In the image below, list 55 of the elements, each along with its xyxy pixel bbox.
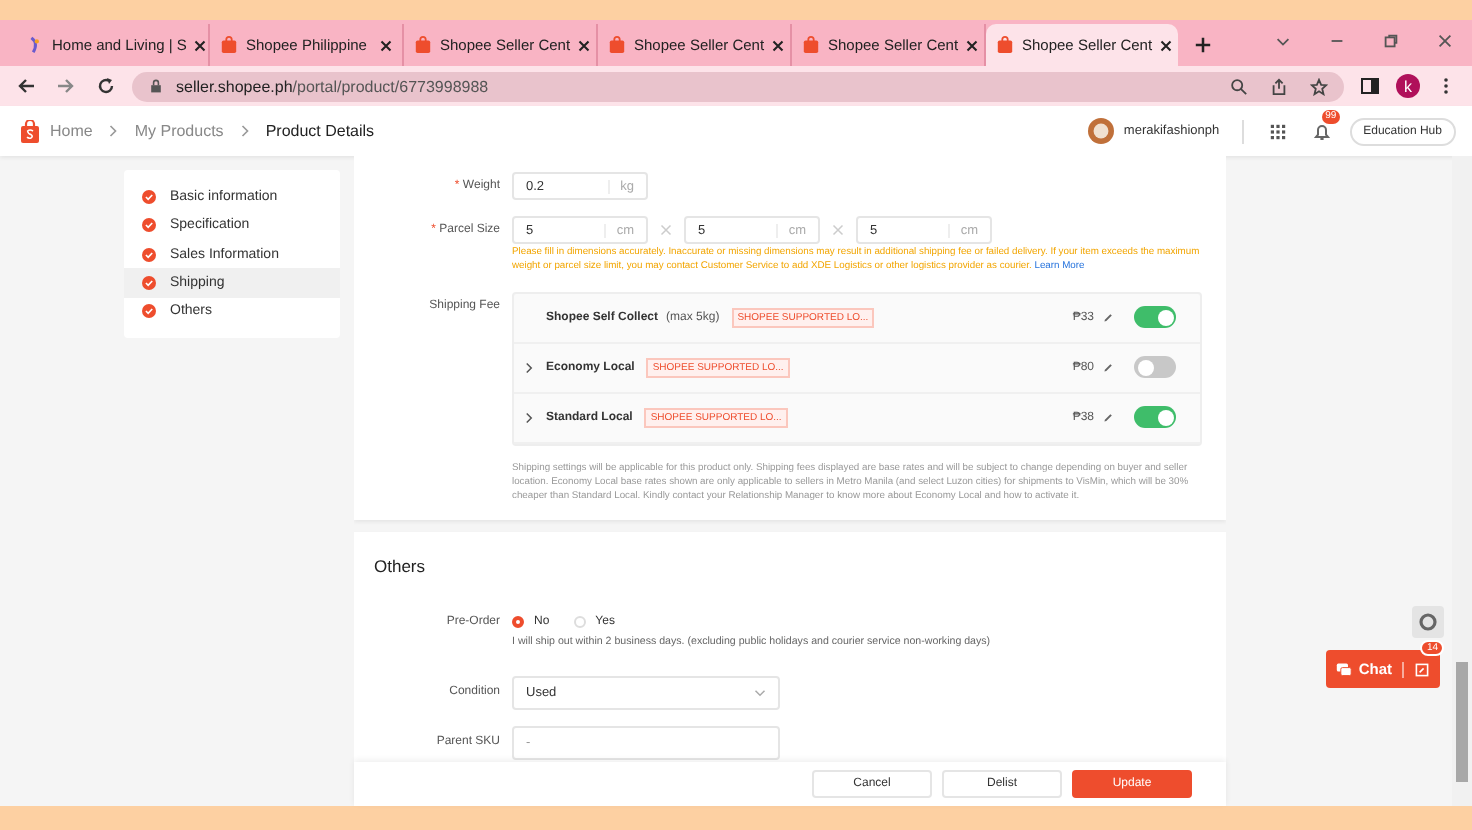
pencil-icon[interactable] — [1102, 361, 1114, 374]
toggle-switch[interactable] — [1134, 406, 1176, 429]
user-avatar[interactable] — [1087, 118, 1114, 144]
site-icon — [26, 36, 44, 54]
close-icon[interactable] — [194, 39, 207, 51]
lock-icon — [148, 78, 164, 94]
breadcrumb-link[interactable]: Product Details — [265, 122, 375, 140]
chat-bubble-icon — [1336, 661, 1353, 677]
shopping-bag-icon — [802, 36, 820, 54]
chevron-right-icon — [239, 124, 250, 138]
new-tab-icon[interactable] — [1194, 36, 1212, 54]
check-circle-icon — [142, 218, 156, 233]
star-icon[interactable] — [1310, 77, 1328, 95]
side-panel-icon[interactable] — [1360, 76, 1380, 96]
shopping-bag-icon — [414, 36, 432, 54]
pencil-icon[interactable] — [1102, 411, 1114, 424]
shopping-bag-icon — [996, 36, 1014, 54]
breadcrumb-link[interactable]: My Products — [134, 122, 224, 140]
chevron-down-icon — [754, 687, 766, 698]
chevron-right-icon[interactable] — [524, 361, 534, 374]
close-icon[interactable] — [1160, 39, 1173, 51]
scrollbar-thumb[interactable] — [1456, 662, 1468, 782]
times-icon — [832, 224, 844, 236]
chevron-right-icon[interactable] — [524, 411, 534, 424]
section-title: Others — [374, 555, 428, 576]
restore-icon[interactable] — [1382, 32, 1400, 50]
shopee-logo-icon[interactable] — [20, 119, 40, 143]
check-circle-icon — [142, 275, 156, 290]
zoom-icon[interactable] — [1230, 77, 1248, 95]
chevron-right-icon — [108, 124, 119, 138]
close-icon[interactable] — [578, 39, 591, 51]
share-icon[interactable] — [1270, 77, 1288, 95]
breadcrumb-link[interactable]: Home — [50, 122, 93, 140]
reload-icon[interactable] — [96, 76, 116, 96]
toggle-switch[interactable] — [1134, 356, 1176, 379]
shopping-bag-icon — [220, 36, 238, 54]
close-icon[interactable] — [966, 39, 979, 51]
close-icon[interactable] — [380, 39, 392, 51]
support-icon[interactable] — [1412, 606, 1444, 638]
check-circle-icon — [142, 189, 156, 204]
forward-icon[interactable] — [56, 76, 76, 96]
apps-grid-icon[interactable] — [1269, 123, 1286, 139]
expand-icon — [1414, 661, 1430, 677]
check-circle-icon — [142, 247, 156, 262]
profile-avatar[interactable]: k — [1396, 74, 1420, 98]
check-circle-icon — [142, 304, 156, 319]
toggle-switch[interactable] — [1134, 306, 1176, 329]
pencil-icon[interactable] — [1102, 311, 1114, 324]
address-bar[interactable]: seller.shopee.ph/portal/product/6773998988 — [132, 71, 1344, 101]
url-text: seller.shopee.ph/portal/product/6773998988 — [176, 77, 489, 95]
back-icon[interactable] — [16, 76, 36, 96]
times-icon — [660, 224, 672, 236]
shopping-bag-icon — [608, 36, 626, 54]
close-icon[interactable] — [772, 39, 785, 51]
bell-icon[interactable] — [1311, 121, 1332, 141]
